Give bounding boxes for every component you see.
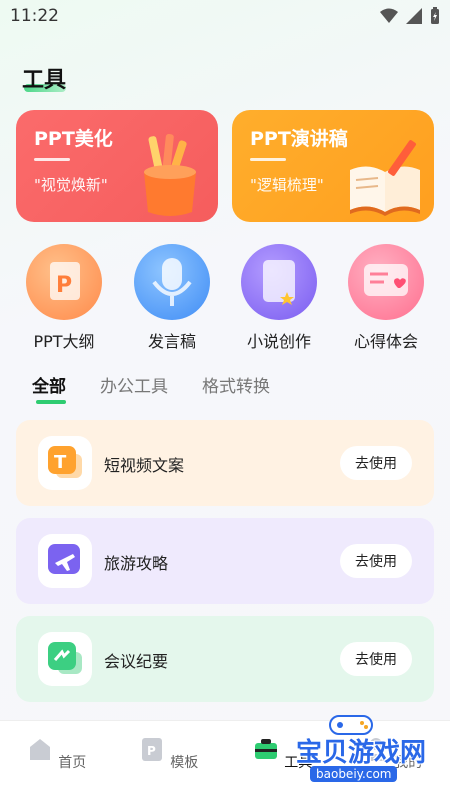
ppt-doc-icon: P — [26, 244, 102, 320]
use-button[interactable]: 去使用 — [340, 544, 412, 578]
nav-label: 模板 — [170, 755, 199, 771]
quick-label: 心得体会 — [353, 332, 418, 351]
quick-actions: P PPT大纲 发言稿 小说创作 心得体会 — [0, 244, 450, 354]
nav-label: 首页 — [58, 755, 87, 771]
tool-name: 旅游攻略 — [104, 554, 169, 573]
book-pencil-icon — [350, 140, 420, 216]
signal-icon — [406, 8, 422, 24]
tool-name: 会议纪要 — [104, 652, 169, 671]
meeting-notes-icon — [38, 632, 92, 686]
card-divider — [34, 158, 70, 161]
tab-office-tools[interactable]: 办公工具 — [100, 372, 168, 397]
page-title: 工具 — [22, 68, 67, 93]
ppt-speech-card[interactable]: PPT演讲稿 "逻辑梳理" — [232, 110, 434, 222]
status-icons — [380, 7, 440, 25]
microphone-icon — [134, 244, 210, 320]
tab-label: 全部 — [32, 377, 66, 397]
ppt-beautify-card[interactable]: PPT美化 "视觉焕新" — [16, 110, 218, 222]
bookmark-star-icon — [241, 244, 317, 320]
watermark-text: 宝贝游戏网 — [296, 738, 427, 768]
tab-active-indicator — [36, 400, 66, 404]
tool-item-meeting-minutes[interactable]: 会议纪要 去使用 — [16, 616, 434, 702]
watermark: 宝贝游戏网 baobeiy.com — [296, 710, 446, 790]
template-icon: P — [141, 738, 162, 761]
home-icon — [29, 739, 50, 760]
toolbox-icon — [254, 739, 277, 759]
quick-novel-writing[interactable]: 小说创作 — [229, 244, 329, 352]
svg-text:T: T — [54, 452, 67, 473]
status-bar: 11:22 — [0, 0, 450, 32]
svg-text:P: P — [56, 273, 72, 298]
airplane-icon — [38, 534, 92, 588]
tab-label: 格式转换 — [202, 377, 270, 397]
quick-label: 小说创作 — [246, 332, 311, 351]
battery-icon — [431, 7, 439, 24]
quick-ppt-outline[interactable]: P PPT大纲 — [14, 244, 114, 352]
card-title: PPT演讲稿 — [250, 128, 348, 150]
card-subtitle: "逻辑梳理" — [250, 176, 324, 194]
quick-speech-draft[interactable]: 发言稿 — [122, 244, 222, 352]
quick-label: PPT大纲 — [33, 332, 95, 351]
card-title: PPT美化 — [34, 128, 113, 150]
quick-label: 发言稿 — [147, 332, 196, 351]
quick-reflection[interactable]: 心得体会 — [336, 244, 436, 352]
tool-item-short-video-copy[interactable]: T 短视频文案 去使用 — [16, 420, 434, 506]
use-button[interactable]: 去使用 — [340, 642, 412, 676]
letter-t-icon: T — [38, 436, 92, 490]
status-time: 11:22 — [10, 6, 59, 26]
tab-all[interactable]: 全部 — [32, 372, 66, 404]
tool-item-travel-guide[interactable]: 旅游攻略 去使用 — [16, 518, 434, 604]
card-divider — [250, 158, 286, 161]
pencil-cup-icon — [144, 133, 196, 216]
nav-templates[interactable]: P 模板 — [128, 735, 208, 772]
use-button[interactable]: 去使用 — [340, 446, 412, 480]
tab-format-convert[interactable]: 格式转换 — [202, 372, 270, 397]
watermark-url: baobeiy.com — [310, 766, 398, 782]
tab-label: 办公工具 — [100, 377, 168, 397]
wifi-icon — [380, 8, 398, 23]
tool-name: 短视频文案 — [104, 456, 185, 475]
category-tabs: 全部 办公工具 格式转换 — [32, 372, 270, 404]
heart-message-icon — [348, 244, 424, 320]
card-subtitle: "视觉焕新" — [34, 176, 108, 194]
svg-text:P: P — [147, 744, 156, 758]
nav-home[interactable]: 首页 — [16, 735, 96, 772]
